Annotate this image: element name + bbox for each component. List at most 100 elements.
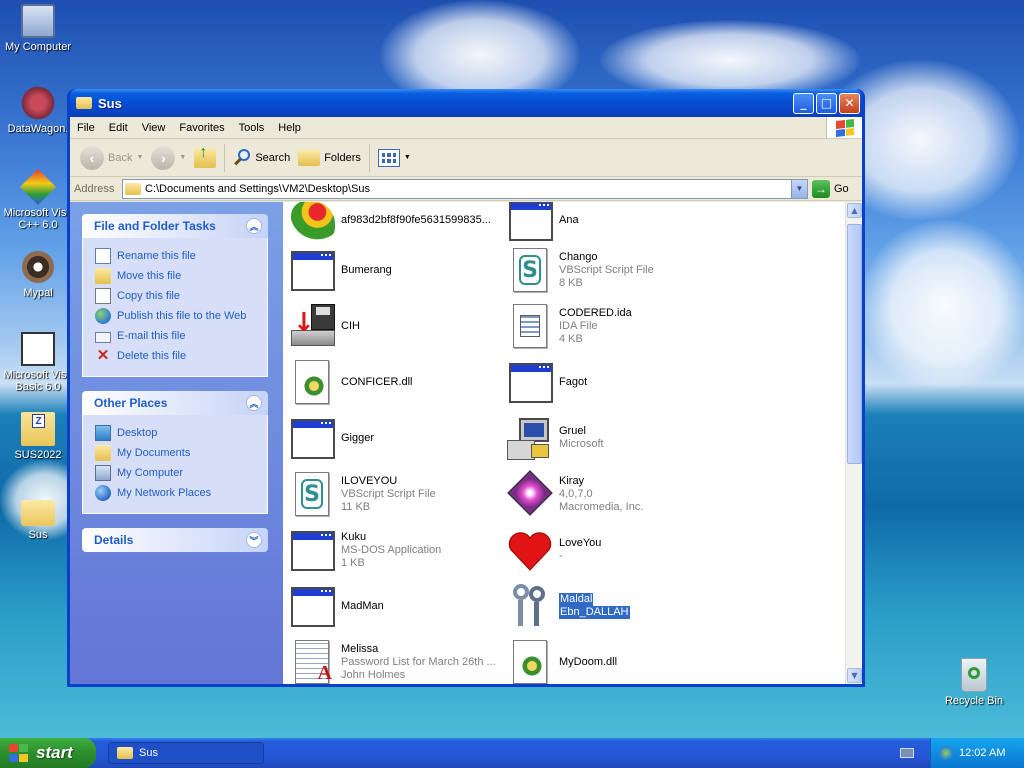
search-label: Search bbox=[255, 151, 291, 164]
file-text: Melissa Password List for March 26th ... J… bbox=[341, 643, 501, 682]
desktop-icon-sus2022[interactable]: Z SUS2022 bbox=[0, 412, 76, 461]
desktop-icon-recycle-bin[interactable]: Recycle Bin bbox=[936, 658, 1012, 707]
task-email[interactable]: E-mail this file bbox=[95, 326, 257, 346]
file-detail: VBScript Script File bbox=[341, 487, 436, 500]
search-button[interactable]: Search bbox=[229, 142, 294, 174]
place-network[interactable]: My Network Places bbox=[95, 483, 257, 503]
back-arrow-icon: ‹ bbox=[80, 145, 104, 170]
desktop-icon-visual-basic[interactable]: Microsoft Visu Basic 6.0 bbox=[0, 332, 76, 393]
place-my-computer[interactable]: My Computer bbox=[95, 463, 257, 483]
task-delete[interactable]: ✕ Delete this file bbox=[95, 346, 257, 366]
chevron-down-icon: ▼ bbox=[136, 154, 144, 161]
start-button[interactable]: start bbox=[0, 738, 96, 768]
file-item[interactable]: A Melissa Password List for March 26th ...… bbox=[287, 636, 505, 684]
file-item[interactable]: Maldal Ebn_DALLAH bbox=[505, 580, 723, 632]
file-item[interactable]: Bumerang bbox=[287, 244, 505, 296]
menu-help[interactable]: Help bbox=[271, 122, 308, 134]
folders-label: Folders bbox=[324, 151, 361, 164]
file-item[interactable]: CODERED.ida IDA File 4 KB bbox=[505, 300, 723, 352]
scroll-thumb[interactable] bbox=[847, 224, 862, 464]
keyboard-icon[interactable] bbox=[900, 748, 914, 758]
datawagon-icon bbox=[21, 86, 55, 120]
file-text: af983d2bf8f90fe5631599835... bbox=[341, 214, 501, 227]
task-publish[interactable]: Publish this file to the Web bbox=[95, 306, 257, 326]
collapse-icon[interactable]: ︽ bbox=[246, 395, 262, 411]
back-button[interactable]: ‹ Back ▼ bbox=[76, 142, 147, 174]
file-detail: IDA File bbox=[559, 319, 598, 332]
taskbar-button-label: Sus bbox=[139, 747, 158, 759]
desktop-icon-my-computer[interactable]: My Computer bbox=[0, 4, 76, 53]
forward-button[interactable]: › ▼ bbox=[147, 142, 190, 174]
place-my-documents[interactable]: My Documents bbox=[95, 443, 257, 463]
maximize-button[interactable]: □ bbox=[816, 92, 837, 114]
place-desktop[interactable]: Desktop bbox=[95, 423, 257, 443]
file-item[interactable]: Kiray 4,0,7,0 Macromedia, Inc. bbox=[505, 468, 723, 520]
panel-header[interactable]: File and Folder Tasks ︽ bbox=[82, 214, 268, 238]
taskbar-button-sus[interactable]: Sus bbox=[108, 742, 264, 764]
task-move[interactable]: Move this file bbox=[95, 266, 257, 286]
file-item[interactable]: S Chango VBScript Script File 8 KB bbox=[505, 244, 723, 296]
file-text: MadMan bbox=[341, 600, 501, 613]
file-text: Bumerang bbox=[341, 264, 501, 277]
desktop-icon-label: My Computer bbox=[4, 41, 72, 53]
file-item[interactable]: S ILOVEYOU VBScript Script File 11 KB bbox=[287, 468, 505, 520]
file-item[interactable]: LoveYou - bbox=[505, 524, 723, 576]
views-button[interactable]: ▼ bbox=[374, 142, 415, 174]
file-item[interactable]: Kuku MS-DOS Application 1 KB bbox=[287, 524, 505, 576]
heart-icon bbox=[505, 526, 553, 574]
file-item[interactable]: CONFICER.dll bbox=[287, 356, 505, 408]
go-button[interactable]: → Go bbox=[812, 179, 858, 198]
menu-edit[interactable]: Edit bbox=[102, 122, 135, 134]
file-detail: 1 KB bbox=[341, 556, 365, 569]
menu-file[interactable]: File bbox=[70, 122, 102, 134]
file-item[interactable]: ↓ CIH bbox=[287, 300, 505, 352]
address-dropdown-button[interactable]: ▼ bbox=[791, 179, 807, 198]
title-bar[interactable]: Sus _ □ ✕ bbox=[70, 89, 862, 117]
scroll-down-button[interactable]: ▼ bbox=[847, 668, 862, 683]
menu-favorites[interactable]: Favorites bbox=[172, 122, 231, 134]
parrot-icon bbox=[287, 202, 335, 244]
task-rename[interactable]: Rename this file bbox=[95, 246, 257, 266]
file-item[interactable]: Gigger bbox=[287, 412, 505, 464]
folder-icon bbox=[76, 97, 92, 109]
file-item[interactable]: MyDoom.dll bbox=[505, 636, 723, 684]
vertical-scrollbar[interactable]: ▲ ▼ bbox=[845, 202, 862, 684]
desktop-icon-sus[interactable]: Sus bbox=[0, 496, 76, 541]
panel-header[interactable]: Other Places ︽ bbox=[82, 391, 268, 415]
file-item[interactable]: Gruel Microsoft bbox=[505, 412, 723, 464]
go-label: Go bbox=[834, 182, 849, 195]
clock: 12:02 AM bbox=[959, 747, 1006, 759]
menu-tools[interactable]: Tools bbox=[232, 122, 272, 134]
folders-button[interactable]: Folders bbox=[294, 142, 365, 174]
desktop-icon-mypal[interactable]: Mypal bbox=[0, 250, 76, 299]
panel-header[interactable]: Details ︾ bbox=[82, 528, 268, 552]
collapse-icon[interactable]: ︽ bbox=[246, 218, 262, 234]
address-field[interactable]: C:\Documents and Settings\VM2\Desktop\Su… bbox=[122, 178, 808, 199]
menu-view[interactable]: View bbox=[135, 122, 173, 134]
recycle-bin-icon bbox=[961, 658, 987, 692]
task-label: Delete this file bbox=[117, 350, 187, 362]
file-item[interactable]: Ana bbox=[505, 202, 723, 246]
desktop-icon-datawagon[interactable]: DataWagon. bbox=[0, 86, 76, 135]
computer-setup-icon bbox=[505, 414, 553, 462]
file-item[interactable]: Fagot bbox=[505, 356, 723, 408]
file-item[interactable]: MadMan bbox=[287, 580, 505, 632]
file-text: Ana bbox=[559, 214, 719, 227]
file-name: Kiray bbox=[559, 474, 585, 487]
desktop-icon-label: DataWagon. bbox=[7, 123, 69, 135]
file-item[interactable]: af983d2bf8f90fe5631599835... bbox=[287, 202, 505, 246]
up-folder-button[interactable]: ↑ bbox=[190, 142, 220, 174]
ida-file-icon bbox=[505, 302, 553, 350]
file-name: Bumerang bbox=[341, 263, 392, 276]
close-button[interactable]: ✕ bbox=[839, 92, 860, 114]
vbscript-icon: S bbox=[505, 246, 553, 294]
network-tray-icon[interactable] bbox=[939, 746, 953, 760]
scroll-up-button[interactable]: ▲ bbox=[847, 203, 862, 218]
desktop-icon-visual-cpp[interactable]: Microsoft Visu C++ 6.0 bbox=[0, 168, 76, 231]
address-label: Address bbox=[74, 182, 115, 195]
minimize-button[interactable]: _ bbox=[793, 92, 814, 114]
task-copy[interactable]: Copy this file bbox=[95, 286, 257, 306]
floppy-install-icon: ↓ bbox=[287, 302, 335, 350]
expand-icon[interactable]: ︾ bbox=[246, 532, 262, 548]
word-document-icon: A bbox=[287, 638, 335, 684]
